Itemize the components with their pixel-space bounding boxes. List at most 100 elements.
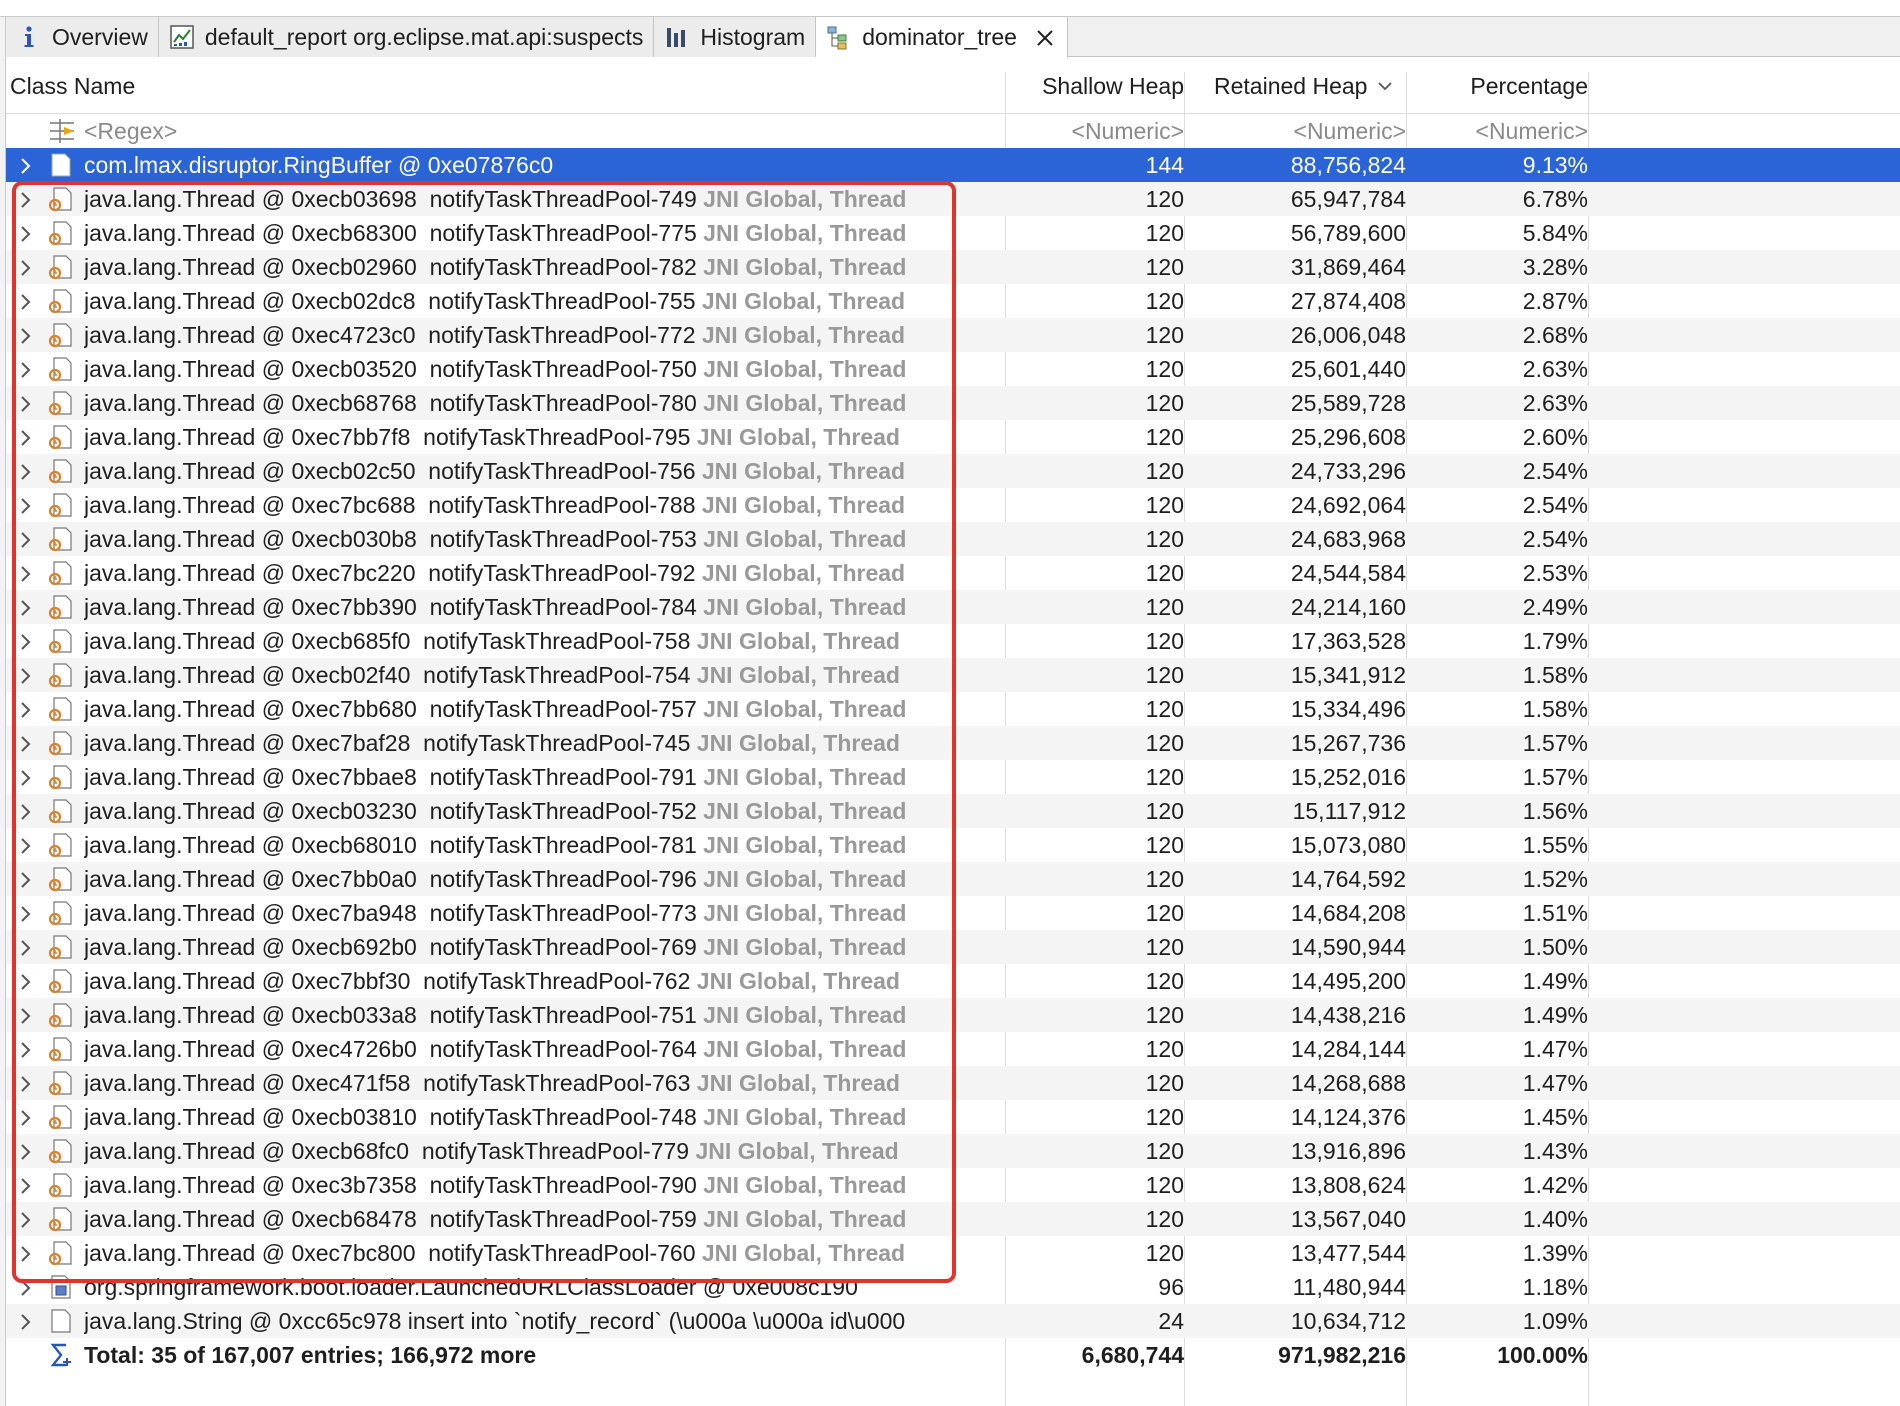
retained-heap-cell: 24,683,968 <box>1290 526 1406 552</box>
expand-chevron-icon[interactable] <box>16 1107 36 1127</box>
thread-name: java.lang.Thread @ 0xec7baf28 notifyTask… <box>84 730 691 756</box>
expand-chevron-icon[interactable] <box>16 427 36 447</box>
tab-default-report[interactable]: default_report org.eclipse.mat.api:suspe… <box>158 17 655 57</box>
table-row[interactable]: java.lang.Thread @ 0xec7bb390 notifyTask… <box>6 590 1900 624</box>
table-row[interactable]: java.lang.Thread @ 0xec7baf28 notifyTask… <box>6 726 1900 760</box>
table-row[interactable]: java.lang.Thread @ 0xecb68768 notifyTask… <box>6 386 1900 420</box>
expand-chevron-icon[interactable] <box>16 359 36 379</box>
percentage-cell: 2.60% <box>1522 424 1588 450</box>
expand-chevron-icon[interactable] <box>16 325 36 345</box>
numeric-filter-retained[interactable]: <Numeric> <box>1188 114 1406 148</box>
expand-chevron-icon[interactable] <box>16 937 36 957</box>
table-row[interactable]: java.lang.Thread @ 0xecb68478 notifyTask… <box>6 1202 1900 1236</box>
shallow-heap-cell: 120 <box>1145 764 1184 790</box>
thread-name: java.lang.Thread @ 0xec7bbae8 notifyTask… <box>84 764 697 790</box>
percentage-cell: 1.57% <box>1522 764 1588 790</box>
table-row[interactable]: java.lang.Thread @ 0xecb02f40 notifyTask… <box>6 658 1900 692</box>
expand-chevron-icon[interactable] <box>16 631 36 651</box>
expand-chevron-icon[interactable] <box>16 257 36 277</box>
expand-chevron-icon[interactable] <box>16 563 36 583</box>
expand-chevron-icon[interactable] <box>16 1005 36 1025</box>
thread-object-icon <box>48 900 74 926</box>
tab-overview[interactable]: Overview <box>6 17 159 57</box>
column-header-shallow-heap[interactable]: Shallow Heap <box>1010 58 1184 114</box>
table-row[interactable]: java.lang.Thread @ 0xecb033a8 notifyTask… <box>6 998 1900 1032</box>
expand-chevron-icon[interactable] <box>16 461 36 481</box>
table-row[interactable]: java.lang.Thread @ 0xecb68010 notifyTask… <box>6 828 1900 862</box>
expand-chevron-icon[interactable] <box>16 665 36 685</box>
numeric-filter-percentage[interactable]: <Numeric> <box>1410 114 1588 148</box>
table-row[interactable]: java.lang.Thread @ 0xecb03698 notifyTask… <box>6 182 1900 216</box>
column-header-percentage[interactable]: Percentage <box>1410 58 1588 114</box>
expand-chevron-icon[interactable] <box>16 903 36 923</box>
expand-chevron-icon[interactable] <box>16 1209 36 1229</box>
table-row[interactable]: java.lang.Thread @ 0xecb03520 notifyTask… <box>6 352 1900 386</box>
table-row[interactable]: java.lang.Thread @ 0xec471f58 notifyTask… <box>6 1066 1900 1100</box>
column-header-class-name[interactable]: Class Name <box>10 58 135 114</box>
thread-object-icon <box>48 526 74 552</box>
expand-chevron-icon[interactable] <box>16 1311 36 1331</box>
table-row[interactable]: java.lang.Thread @ 0xec4723c0 notifyTask… <box>6 318 1900 352</box>
table-row[interactable]: java.lang.Thread @ 0xec7bbf30 notifyTask… <box>6 964 1900 998</box>
expand-chevron-icon[interactable] <box>16 1175 36 1195</box>
expand-chevron-icon[interactable] <box>16 597 36 617</box>
table-row[interactable]: java.lang.Thread @ 0xec7bbae8 notifyTask… <box>6 760 1900 794</box>
expand-chevron-icon[interactable] <box>16 393 36 413</box>
table-row[interactable]: java.lang.String @ 0xcc65c978 insert int… <box>6 1304 1900 1338</box>
expand-chevron-icon[interactable] <box>16 189 36 209</box>
expand-chevron-icon[interactable] <box>16 971 36 991</box>
expand-chevron-icon[interactable] <box>16 1141 36 1161</box>
tab-dominator-tree[interactable]: dominator_tree <box>816 17 1068 58</box>
shallow-heap-cell: 120 <box>1145 288 1184 314</box>
expand-chevron-icon[interactable] <box>16 495 36 515</box>
expand-chevron-icon[interactable] <box>16 835 36 855</box>
percentage-cell: 1.42% <box>1522 1172 1588 1198</box>
table-row[interactable]: java.lang.Thread @ 0xecb68300 notifyTask… <box>6 216 1900 250</box>
expand-chevron-icon[interactable] <box>16 801 36 821</box>
table-row[interactable]: java.lang.Thread @ 0xec3b7358 notifyTask… <box>6 1168 1900 1202</box>
expand-chevron-icon[interactable] <box>16 767 36 787</box>
expand-chevron-icon[interactable] <box>16 223 36 243</box>
table-row[interactable]: java.lang.Thread @ 0xec7bb680 notifyTask… <box>6 692 1900 726</box>
expand-chevron-icon[interactable] <box>16 699 36 719</box>
table-row[interactable]: java.lang.Thread @ 0xec7bc800 notifyTask… <box>6 1236 1900 1270</box>
table-row[interactable]: java.lang.Thread @ 0xecb692b0 notifyTask… <box>6 930 1900 964</box>
table-row[interactable]: java.lang.Thread @ 0xec7bb7f8 notifyTask… <box>6 420 1900 454</box>
numeric-filter-shallow[interactable]: <Numeric> <box>1010 114 1184 148</box>
class-name-cell: java.lang.Thread @ 0xec7bc220 notifyTask… <box>84 556 1008 590</box>
table-row[interactable]: java.lang.Thread @ 0xecb02dc8 notifyTask… <box>6 284 1900 318</box>
tab-histogram[interactable]: Histogram <box>654 17 817 57</box>
expand-chevron-icon[interactable] <box>16 155 36 175</box>
table-row-selected[interactable]: com.lmax.disruptor.RingBuffer @ 0xe07876… <box>6 148 1900 182</box>
table-header: Class Name Shallow Heap Retained Heap Pe… <box>6 58 1900 114</box>
thread-name: java.lang.Thread @ 0xec7bc688 notifyTask… <box>84 492 696 518</box>
expand-chevron-icon[interactable] <box>16 869 36 889</box>
retained-heap-cell: 24,544,584 <box>1290 560 1406 586</box>
regex-filter-input[interactable]: <Regex> <box>84 114 1008 148</box>
table-row[interactable]: java.lang.Thread @ 0xec7bc220 notifyTask… <box>6 556 1900 590</box>
close-icon[interactable] <box>1033 26 1057 50</box>
table-row[interactable]: java.lang.Thread @ 0xecb02c50 notifyTask… <box>6 454 1900 488</box>
shallow-heap-cell: 120 <box>1145 832 1184 858</box>
column-header-retained-heap[interactable]: Retained Heap <box>1214 58 1393 114</box>
table-row[interactable]: java.lang.Thread @ 0xec7bb0a0 notifyTask… <box>6 862 1900 896</box>
expand-chevron-icon[interactable] <box>16 1243 36 1263</box>
table-row[interactable]: java.lang.Thread @ 0xec7ba948 notifyTask… <box>6 896 1900 930</box>
thread-name: java.lang.Thread @ 0xecb68fc0 notifyTask… <box>84 1138 690 1164</box>
expand-chevron-icon[interactable] <box>16 291 36 311</box>
table-row[interactable]: java.lang.Thread @ 0xecb03810 notifyTask… <box>6 1100 1900 1134</box>
expand-chevron-icon[interactable] <box>16 1039 36 1059</box>
table-row[interactable]: java.lang.Thread @ 0xecb685f0 notifyTask… <box>6 624 1900 658</box>
table-row[interactable]: java.lang.Thread @ 0xecb030b8 notifyTask… <box>6 522 1900 556</box>
expand-chevron-icon[interactable] <box>16 1277 36 1297</box>
table-row[interactable]: java.lang.Thread @ 0xec7bc688 notifyTask… <box>6 488 1900 522</box>
table-row[interactable]: java.lang.Thread @ 0xec4726b0 notifyTask… <box>6 1032 1900 1066</box>
table-row[interactable]: java.lang.Thread @ 0xecb02960 notifyTask… <box>6 250 1900 284</box>
expand-chevron-icon[interactable] <box>16 529 36 549</box>
expand-chevron-icon[interactable] <box>16 1073 36 1093</box>
expand-chevron-icon[interactable] <box>16 733 36 753</box>
thread-name: java.lang.Thread @ 0xec471f58 notifyTask… <box>84 1070 691 1096</box>
table-row[interactable]: java.lang.Thread @ 0xecb03230 notifyTask… <box>6 794 1900 828</box>
table-row[interactable]: org.springframework.boot.loader.Launched… <box>6 1270 1900 1304</box>
table-row[interactable]: java.lang.Thread @ 0xecb68fc0 notifyTask… <box>6 1134 1900 1168</box>
